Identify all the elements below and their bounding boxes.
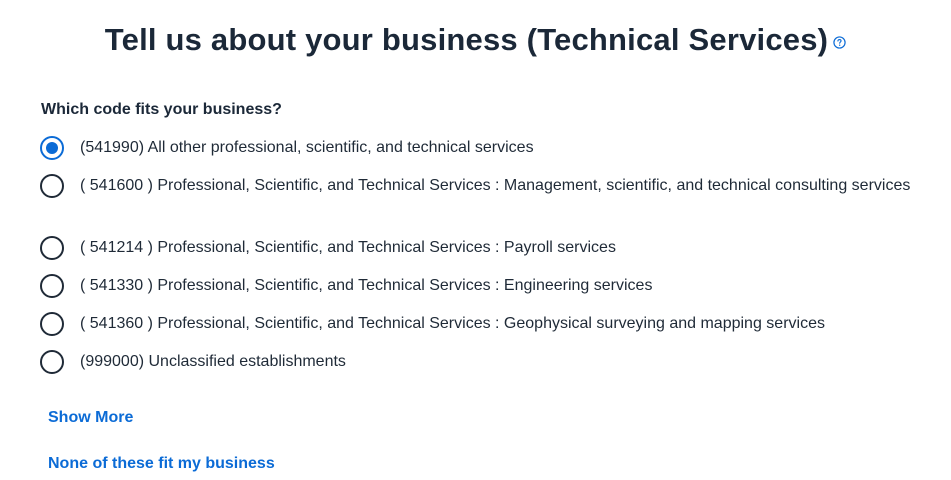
option-label: (541990) All other professional, scienti… [80, 139, 534, 156]
radio-541330[interactable] [40, 274, 64, 298]
radio-541990[interactable] [40, 136, 64, 160]
option-label: ( 541360 ) Professional, Scientific, and… [80, 315, 825, 332]
option-label: ( 541330 ) Professional, Scientific, and… [80, 277, 653, 294]
none-fit-link[interactable]: None of these fit my business [48, 455, 275, 473]
radio-999000[interactable] [40, 350, 64, 374]
option-541330[interactable]: ( 541330 ) Professional, Scientific, and… [40, 274, 930, 312]
option-999000[interactable]: (999000) Unclassified establishments [40, 350, 930, 388]
option-541360[interactable]: ( 541360 ) Professional, Scientific, and… [40, 312, 930, 350]
radio-541214[interactable] [40, 236, 64, 260]
question-label: Which code fits your business? [41, 101, 282, 118]
radio-541360[interactable] [40, 312, 64, 336]
option-541214[interactable]: ( 541214 ) Professional, Scientific, and… [40, 236, 930, 274]
option-541600[interactable]: ( 541600 ) Professional, Scientific, and… [40, 174, 930, 236]
question-circle-icon[interactable] [833, 35, 846, 49]
option-label: ( 541600 ) Professional, Scientific, and… [80, 177, 911, 194]
show-more-link[interactable]: Show More [48, 409, 133, 427]
option-label: ( 541214 ) Professional, Scientific, and… [80, 239, 616, 256]
page-title: Tell us about your business (Technical S… [104, 22, 829, 57]
page-header: Tell us about your business (Technical S… [0, 22, 951, 58]
option-541990[interactable]: (541990) All other professional, scienti… [40, 136, 930, 174]
naics-code-options: (541990) All other professional, scienti… [40, 136, 930, 388]
option-label: (999000) Unclassified establishments [80, 353, 346, 370]
radio-541600[interactable] [40, 174, 64, 198]
